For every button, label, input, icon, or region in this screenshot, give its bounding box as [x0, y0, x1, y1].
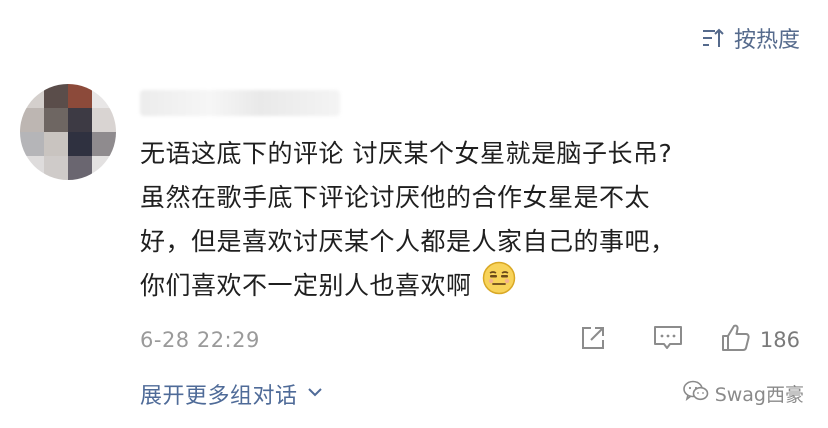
comment-text: 无语这底下的评论 讨厌某个女星就是脑子长吊? 虽然在歌手底下评论讨厌他的合作女星… — [140, 132, 800, 309]
comment-line-text: 你们喜欢不一定别人也喜欢啊 — [140, 271, 472, 300]
comment-meta-row: 6-28 22:29 186 — [140, 322, 800, 358]
watermark-text: Swag西豪 — [714, 384, 804, 406]
share-icon — [578, 323, 608, 357]
expand-conversation-link[interactable]: 展开更多组对话 — [140, 378, 324, 410]
comment-actions: 186 — [578, 322, 800, 358]
thumbs-up-icon — [720, 322, 752, 358]
watermark: Swag西豪 — [682, 380, 804, 407]
avatar[interactable] — [20, 84, 116, 180]
awkward-smile-emoji-icon — [482, 261, 516, 309]
sort-icon — [702, 27, 724, 49]
like-button[interactable]: 186 — [720, 322, 800, 358]
comment-icon — [652, 323, 684, 357]
comment-line: 好，但是喜欢讨厌某个人都是人家自己的事吧， — [140, 227, 676, 256]
username-blurred[interactable] — [140, 90, 340, 116]
share-button[interactable] — [578, 323, 608, 357]
wechat-icon — [682, 380, 709, 407]
comment-line: 虽然在歌手底下评论讨厌他的合作女星是不太 — [140, 183, 651, 212]
comment-line-last: 你们喜欢不一定别人也喜欢啊 — [140, 261, 800, 309]
sort-label: 按热度 — [733, 28, 800, 53]
reply-button[interactable] — [652, 323, 684, 357]
like-count: 186 — [759, 328, 800, 352]
comment-timestamp: 6-28 22:29 — [140, 328, 260, 352]
sort-by-hot-button[interactable]: 按热度 — [702, 22, 800, 54]
chevron-down-icon — [306, 382, 324, 407]
comment-line: 无语这底下的评论 讨厌某个女星就是脑子长吊? — [140, 139, 673, 168]
expand-label: 展开更多组对话 — [140, 384, 298, 409]
